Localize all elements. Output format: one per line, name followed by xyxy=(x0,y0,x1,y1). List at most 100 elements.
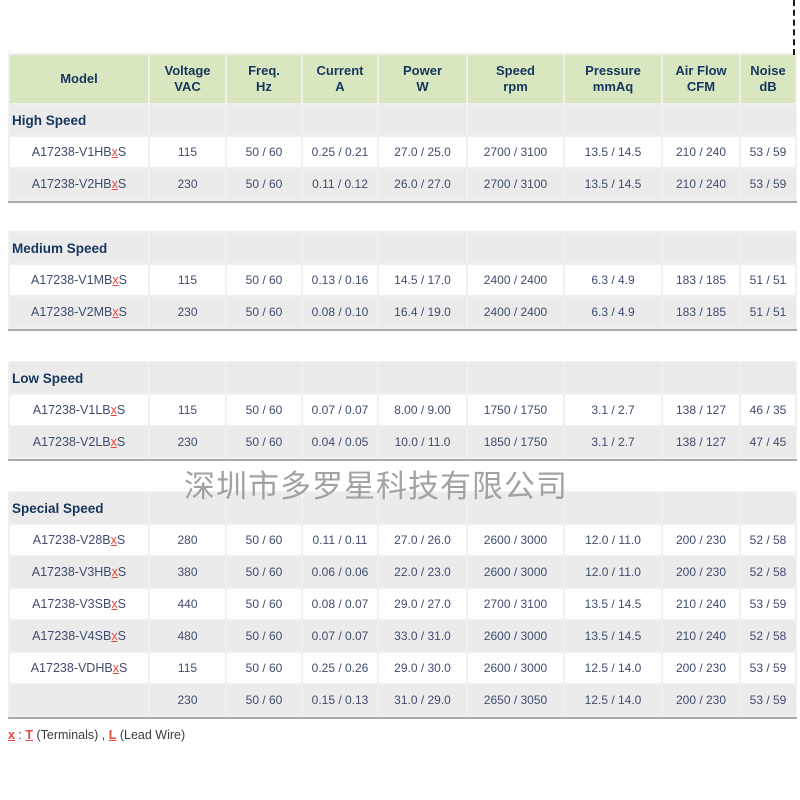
model-cell: A17238-V2LBxS xyxy=(10,427,148,457)
column-header-line1: Noise xyxy=(750,63,785,78)
column-header: PowerW xyxy=(379,55,466,103)
section-title-blank-cell xyxy=(468,363,563,393)
section-title: Special Speed xyxy=(10,493,148,523)
section-title-blank-cell xyxy=(663,105,739,135)
table-row: A17238-V2MBxS23050 / 600.08 / 0.1016.4 /… xyxy=(10,297,795,327)
value-cell: 31.0 / 29.0 xyxy=(379,685,466,715)
model-suffix: S xyxy=(117,403,125,417)
column-header-line2: W xyxy=(416,79,428,94)
model-prefix: A17238-V3SB xyxy=(32,597,111,611)
model-cell: A17238-V1LBxS xyxy=(10,395,148,425)
value-cell: 14.5 / 17.0 xyxy=(379,265,466,295)
crop-dashed-line xyxy=(793,0,795,55)
model-prefix: A17238-V2HB xyxy=(32,177,112,191)
section-title-blank-cell xyxy=(565,493,661,523)
model-cell: A17238-V3HBxS xyxy=(10,557,148,587)
section-title-blank-cell xyxy=(565,105,661,135)
value-cell: 0.11 / 0.11 xyxy=(303,525,377,555)
page: ModelVoltageVACFreq.HzCurrentAPowerWSpee… xyxy=(0,0,800,800)
value-cell: 52 / 58 xyxy=(741,621,795,651)
value-cell: 2400 / 2400 xyxy=(468,297,563,327)
column-header-line1: Power xyxy=(403,63,442,78)
footnote-text: (Lead Wire) xyxy=(116,728,185,742)
value-cell: 2600 / 3000 xyxy=(468,621,563,651)
value-cell: 183 / 185 xyxy=(663,265,739,295)
value-cell: 50 / 60 xyxy=(227,685,301,715)
table-row: A17238-V3HBxS38050 / 600.06 / 0.0622.0 /… xyxy=(10,557,795,587)
value-cell: 29.0 / 27.0 xyxy=(379,589,466,619)
value-cell: 52 / 58 xyxy=(741,557,795,587)
model-suffix: S xyxy=(117,435,125,449)
model-cell: A17238-V1HBxS xyxy=(10,137,148,167)
value-cell: 27.0 / 25.0 xyxy=(379,137,466,167)
value-cell: 2400 / 2400 xyxy=(468,265,563,295)
value-cell: 50 / 60 xyxy=(227,265,301,295)
value-cell: 138 / 127 xyxy=(663,427,739,457)
value-cell: 210 / 240 xyxy=(663,137,739,167)
value-cell: 50 / 60 xyxy=(227,621,301,651)
value-cell: 10.0 / 11.0 xyxy=(379,427,466,457)
model-prefix: A17238-V4SB xyxy=(32,629,111,643)
value-cell: 200 / 230 xyxy=(663,525,739,555)
model-suffix: S xyxy=(117,533,125,547)
section-title-blank-cell xyxy=(741,493,795,523)
model-prefix: A17238-V3HB xyxy=(32,565,112,579)
value-cell: 0.25 / 0.21 xyxy=(303,137,377,167)
value-cell: 50 / 60 xyxy=(227,137,301,167)
value-cell: 53 / 59 xyxy=(741,169,795,199)
value-cell: 210 / 240 xyxy=(663,621,739,651)
column-header-line1: Speed xyxy=(496,63,535,78)
spec-table-section: Low SpeedA17238-V1LBxS11550 / 600.07 / 0… xyxy=(8,361,797,461)
value-cell: 50 / 60 xyxy=(227,589,301,619)
value-cell: 0.08 / 0.10 xyxy=(303,297,377,327)
value-cell: 26.0 / 27.0 xyxy=(379,169,466,199)
value-cell: 1750 / 1750 xyxy=(468,395,563,425)
section-title-blank-cell xyxy=(663,493,739,523)
column-header: Freq.Hz xyxy=(227,55,301,103)
column-header-line1: Model xyxy=(60,71,98,86)
value-cell: 12.5 / 14.0 xyxy=(565,653,661,683)
table-row: A17238-V28BxS28050 / 600.11 / 0.1127.0 /… xyxy=(10,525,795,555)
column-header-line1: Current xyxy=(317,63,364,78)
column-header-line2: rpm xyxy=(503,79,528,94)
value-cell: 2600 / 3000 xyxy=(468,653,563,683)
watermark-text: 深圳市多罗星科技有限公司 xyxy=(184,461,568,506)
value-cell: 50 / 60 xyxy=(227,169,301,199)
value-cell: 50 / 60 xyxy=(227,427,301,457)
section-title-blank-cell xyxy=(379,105,466,135)
column-header: VoltageVAC xyxy=(150,55,225,103)
value-cell: 2600 / 3000 xyxy=(468,525,563,555)
column-header-line2: mmAq xyxy=(593,79,633,94)
value-cell: 29.0 / 30.0 xyxy=(379,653,466,683)
footnote-text: : xyxy=(15,728,25,742)
model-suffix: S xyxy=(119,273,127,287)
value-cell: 46 / 35 xyxy=(741,395,795,425)
table-row: A17238-V2HBxS23050 / 600.11 / 0.1226.0 /… xyxy=(10,169,795,199)
value-cell: 50 / 60 xyxy=(227,297,301,327)
value-cell: 13.5 / 14.5 xyxy=(565,169,661,199)
section-title-blank-cell xyxy=(150,233,225,263)
section-title-blank-cell xyxy=(303,363,377,393)
section-title-blank-cell xyxy=(379,233,466,263)
column-header: Air FlowCFM xyxy=(663,55,739,103)
section-title-row: Low Speed xyxy=(10,363,795,393)
value-cell: 12.0 / 11.0 xyxy=(565,557,661,587)
section-title: High Speed xyxy=(10,105,148,135)
spec-table-section: ModelVoltageVACFreq.HzCurrentAPowerWSpee… xyxy=(8,53,797,203)
value-cell: 50 / 60 xyxy=(227,557,301,587)
section-title-blank-cell xyxy=(741,233,795,263)
value-cell: 138 / 127 xyxy=(663,395,739,425)
value-cell: 50 / 60 xyxy=(227,525,301,555)
column-header-line1: Freq. xyxy=(248,63,280,78)
model-prefix: A17238-V1MB xyxy=(31,273,112,287)
model-prefix: A17238-V28B xyxy=(33,533,111,547)
model-suffix: S xyxy=(118,177,126,191)
column-header-line1: Air Flow xyxy=(675,63,726,78)
section-title-blank-cell xyxy=(663,363,739,393)
value-cell: 51 / 51 xyxy=(741,297,795,327)
footnote-red-key: x xyxy=(8,728,15,742)
model-cell: A17238-V2HBxS xyxy=(10,169,148,199)
value-cell: 0.08 / 0.07 xyxy=(303,589,377,619)
table-row: A17238-VDHBxS11550 / 600.25 / 0.2629.0 /… xyxy=(10,653,795,683)
value-cell: 0.11 / 0.12 xyxy=(303,169,377,199)
